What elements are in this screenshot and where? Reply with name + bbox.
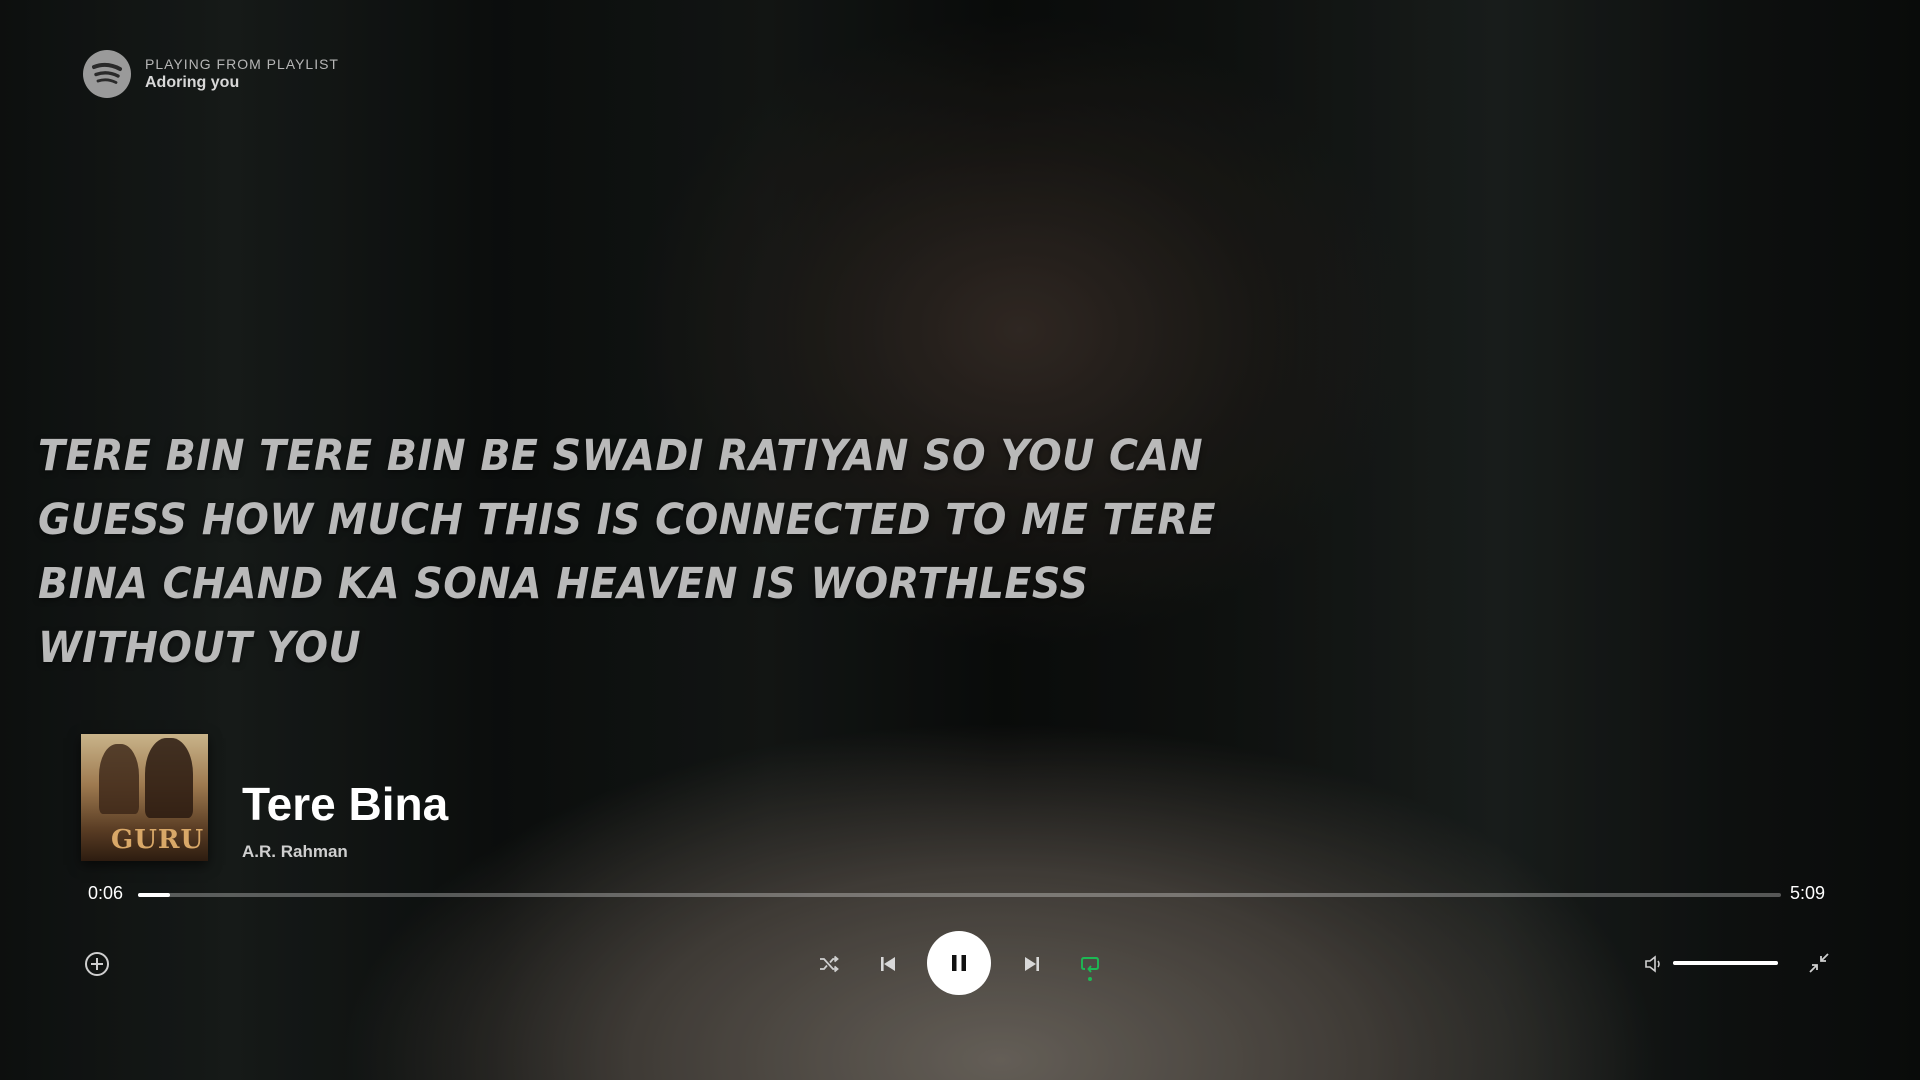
album-art-figure (99, 744, 139, 814)
progress-fill (138, 893, 170, 897)
playlist-name[interactable]: Adoring you (145, 73, 339, 93)
elapsed-time: 0:06 (88, 883, 124, 903)
album-art-figure (145, 738, 193, 818)
skip-previous-icon (881, 957, 895, 971)
pause-icon (952, 955, 966, 971)
shuffle-icon (820, 955, 839, 973)
player-canvas: PLAYING FROM PLAYLIST Adoring you Tere b… (0, 0, 1920, 1080)
next-button[interactable] (1018, 950, 1046, 978)
add-to-library-button[interactable] (83, 950, 111, 978)
total-time: 5:09 (1790, 883, 1826, 903)
mute-button[interactable] (1640, 950, 1668, 978)
album-art-title: GURU (111, 825, 205, 855)
shuffle-button[interactable] (815, 950, 843, 978)
add-circle-icon (85, 952, 109, 976)
spotify-logo-icon (83, 50, 131, 98)
repeat-button[interactable] (1076, 950, 1104, 978)
volume-icon (1645, 955, 1660, 973)
volume-fill (1673, 961, 1778, 965)
skip-next-icon (1025, 957, 1039, 971)
volume-slider[interactable] (1673, 961, 1778, 965)
playing-from-header: PLAYING FROM PLAYLIST Adoring you (83, 50, 339, 98)
playing-from-label: PLAYING FROM PLAYLIST (145, 56, 339, 72)
pause-button[interactable] (927, 931, 991, 995)
exit-fullscreen-button[interactable] (1805, 949, 1833, 977)
track-artist[interactable]: A.R. Rahman (242, 842, 348, 862)
previous-button[interactable] (874, 950, 902, 978)
repeat-icon (1081, 957, 1099, 973)
album-art[interactable]: GURU (81, 734, 208, 861)
lyrics-text: Tere bin tere bin be swadi ratiyan so yo… (38, 431, 1216, 673)
track-title[interactable]: Tere Bina (242, 776, 448, 832)
progress-bar[interactable] (138, 893, 1781, 897)
repeat-active-indicator (1088, 977, 1092, 981)
exit-fullscreen-icon (1809, 953, 1829, 973)
